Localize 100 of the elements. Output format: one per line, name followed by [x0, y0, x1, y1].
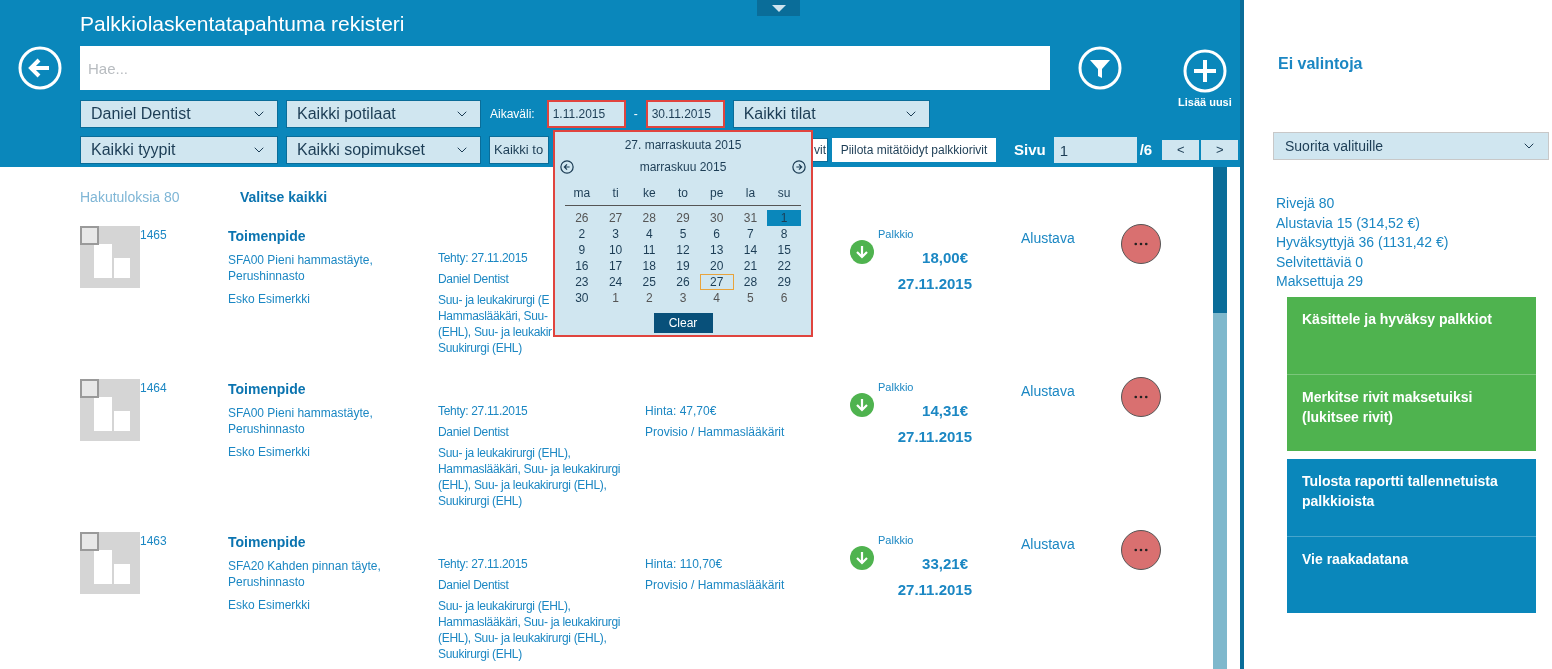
- price-text: Hinta: 47,70€: [645, 403, 717, 420]
- page-field[interactable]: 1: [1053, 137, 1137, 163]
- done-date: Tehty: 27.11.2015: [438, 556, 528, 573]
- amount-text: 33,21€: [922, 553, 968, 574]
- calendar-day[interactable]: 17: [598, 258, 633, 274]
- previous-month-icon[interactable]: [560, 160, 574, 174]
- row-checkbox[interactable]: [80, 532, 99, 552]
- filter-dropdown[interactable]: Kaikki to: [489, 136, 549, 164]
- calendar-day[interactable]: 29: [767, 274, 801, 290]
- date-from-field[interactable]: 1.11.2015: [546, 100, 626, 128]
- types-dropdown[interactable]: Kaikki tyypit: [80, 136, 278, 164]
- calendar-day[interactable]: 24: [598, 274, 633, 290]
- calendar-day[interactable]: 19: [666, 258, 700, 274]
- filter-icon[interactable]: [1078, 46, 1122, 90]
- contract-text: Provisio / Hammaslääkärit: [645, 577, 785, 594]
- scrollbar[interactable]: [1213, 167, 1227, 669]
- specialty-text: (EHL), Suu- ja leukakirurgi (EHL),: [438, 477, 607, 494]
- calendar-day[interactable]: 21: [733, 258, 768, 274]
- calendar-day[interactable]: 27: [699, 274, 734, 290]
- calendar-day[interactable]: 15: [767, 242, 801, 258]
- add-new-button[interactable]: Lisää uusi: [1178, 49, 1232, 111]
- bulk-action-dropdown[interactable]: Suorita valituille: [1273, 132, 1549, 160]
- calendar-day[interactable]: 18: [632, 258, 667, 274]
- row-id[interactable]: 1464: [140, 381, 167, 396]
- arrow-down-icon: [850, 393, 874, 418]
- calendar-day[interactable]: 5: [666, 226, 700, 242]
- search-field[interactable]: Hae...: [80, 46, 1050, 90]
- patients-dropdown[interactable]: Kaikki potilaat: [286, 100, 481, 128]
- row-checkbox[interactable]: [80, 379, 99, 399]
- calendar-day[interactable]: 30: [565, 290, 599, 306]
- calendar-day[interactable]: 14: [733, 242, 768, 258]
- contracts-dropdown[interactable]: Kaikki sopimukset: [286, 136, 481, 164]
- page-title: Palkkiolaskentatapahtuma rekisteri: [80, 12, 405, 35]
- calendar-day[interactable]: 26: [666, 274, 700, 290]
- calendar-day[interactable]: 11: [632, 242, 667, 258]
- arrow-down-icon: [850, 240, 874, 265]
- specialty-text: Hammaslääkäri, Suu-: [438, 308, 548, 325]
- row-checkbox[interactable]: [80, 226, 99, 246]
- calendar-day[interactable]: 9: [565, 242, 599, 258]
- calendar-day[interactable]: 8: [767, 226, 801, 242]
- next-month-icon[interactable]: [792, 160, 806, 174]
- date-to-field[interactable]: 30.11.2015: [645, 100, 725, 128]
- action-tile[interactable]: Tulosta raportti tallennetuista palkkioista: [1287, 458, 1536, 536]
- row-id[interactable]: 1463: [140, 534, 167, 549]
- calendar-day[interactable]: 5: [733, 290, 768, 306]
- dentist-dropdown[interactable]: Daniel Dentist: [80, 100, 278, 128]
- collapse-tab[interactable]: [757, 0, 800, 16]
- specialty-text: Suu- ja leukakirurgi (EHL),: [438, 445, 571, 462]
- calendar-day[interactable]: 3: [598, 226, 633, 242]
- done-date: Tehty: 27.11.2015: [438, 250, 528, 267]
- calendar-day[interactable]: 7: [733, 226, 768, 242]
- amount-text: 18,00€: [922, 247, 968, 268]
- states-dropdown[interactable]: Kaikki tilat: [732, 100, 930, 128]
- scrollbar-thumb[interactable]: [1213, 167, 1227, 313]
- stat-line: Selvitettäviä 0: [1276, 252, 1364, 272]
- price-text: Hinta: 110,70€: [645, 556, 723, 573]
- calendar-day[interactable]: 28: [632, 210, 667, 226]
- calendar-day[interactable]: 4: [632, 226, 667, 242]
- calendar-day[interactable]: 13: [699, 242, 734, 258]
- calendar-day[interactable]: 22: [767, 258, 801, 274]
- calendar-day[interactable]: 4: [699, 290, 734, 306]
- calendar-day[interactable]: 20: [699, 258, 734, 274]
- back-icon[interactable]: [18, 46, 62, 90]
- more-button[interactable]: [1121, 530, 1161, 571]
- calendar-day[interactable]: 6: [767, 290, 801, 306]
- calendar-day[interactable]: 12: [666, 242, 700, 258]
- previous-page-button[interactable]: <: [1162, 140, 1200, 160]
- row-id[interactable]: 1465: [140, 228, 167, 243]
- calendar-day[interactable]: 26: [565, 210, 599, 226]
- calendar-day[interactable]: 10: [598, 242, 633, 258]
- next-page-button[interactable]: >: [1201, 140, 1239, 160]
- more-button[interactable]: [1121, 377, 1161, 418]
- specialty-text: (EHL), Suu- ja leukakirurgi (EHL),: [438, 630, 607, 647]
- action-tile[interactable]: Vie raakadatana: [1287, 535, 1536, 613]
- dentist-name: Daniel Dentist: [438, 577, 509, 594]
- weekday-label: ke: [641, 185, 657, 202]
- calendar-day[interactable]: 30: [699, 210, 734, 226]
- more-button[interactable]: [1121, 224, 1161, 265]
- calendar-day[interactable]: 16: [565, 258, 599, 274]
- calendar-day[interactable]: 6: [699, 226, 734, 242]
- calendar-day[interactable]: 25: [632, 274, 667, 290]
- calendar-day[interactable]: 2: [632, 290, 667, 306]
- clear-button[interactable]: Clear: [653, 313, 713, 333]
- select-all-link[interactable]: Valitse kaikki: [240, 186, 328, 208]
- calendar-day[interactable]: 2: [565, 226, 599, 242]
- calendar-day[interactable]: 29: [666, 210, 700, 226]
- dentist-name: Daniel Dentist: [438, 424, 509, 441]
- calendar-day[interactable]: 3: [666, 290, 700, 306]
- selection-title: Ei valintoja: [1278, 54, 1364, 74]
- type-label: Palkkio: [878, 533, 914, 549]
- status-text: Alustava: [1021, 536, 1075, 553]
- calendar-day[interactable]: 31: [733, 210, 768, 226]
- stat-line: Hyväksyttyjä 36 (1131,42 €): [1276, 233, 1449, 252]
- calendar-day[interactable]: 1: [598, 290, 633, 306]
- calendar-day[interactable]: 28: [733, 274, 768, 290]
- patient-name: Esko Esimerkki: [228, 291, 311, 309]
- hide-void-button[interactable]: Piilota mitätöidyt palkkiorivit: [832, 138, 996, 162]
- calendar-day[interactable]: 23: [565, 274, 599, 290]
- done-date: Tehty: 27.11.2015: [438, 403, 528, 420]
- calendar-day[interactable]: 27: [598, 210, 633, 226]
